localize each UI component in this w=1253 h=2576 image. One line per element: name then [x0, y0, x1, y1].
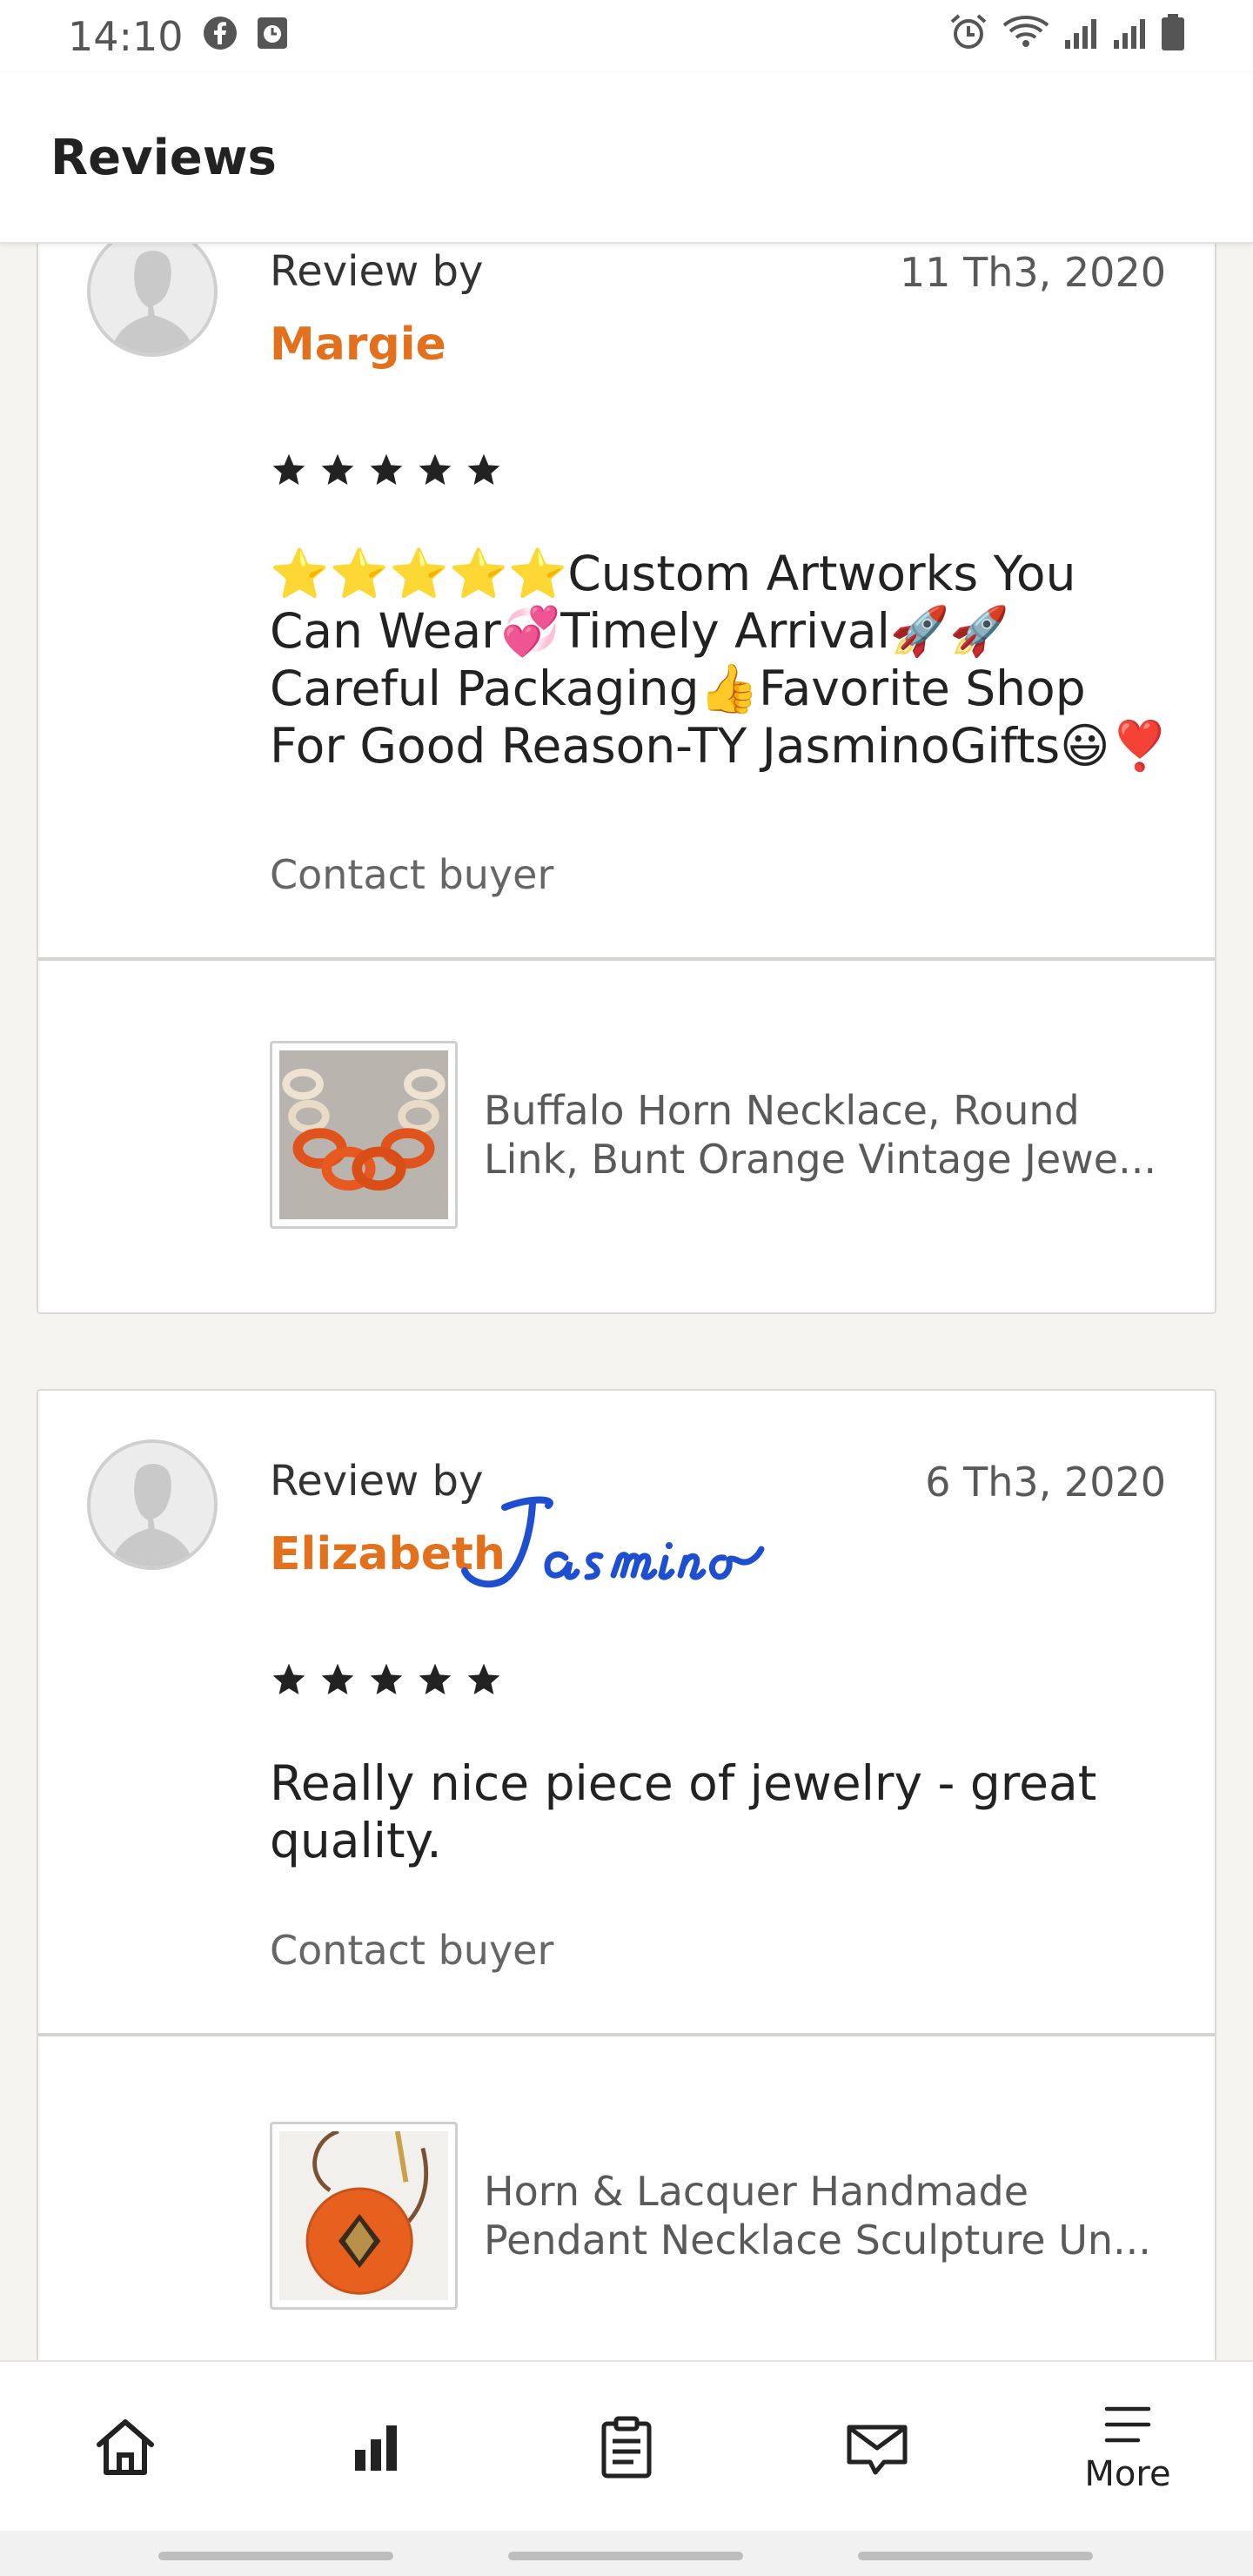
review-card: Review by 11 Th3, 2020 Margie ⭐⭐⭐⭐⭐Custo… — [37, 244, 1216, 1314]
review-text: Really nice piece of jewelry - great qua… — [270, 1755, 1097, 1868]
app-header: Reviews — [0, 73, 1253, 244]
star-icon — [272, 1663, 305, 1695]
facebook-icon — [203, 13, 238, 60]
star-icon — [370, 1663, 403, 1695]
nav-messages[interactable] — [752, 2362, 1002, 2531]
status-time: 14:10 — [68, 13, 184, 60]
review-text: ⭐⭐⭐⭐⭐Custom Artworks You Can Wear💞Timely… — [270, 546, 1169, 774]
review-by-label: Review by — [270, 1457, 484, 1506]
star-icon — [321, 1663, 354, 1695]
gesture-pill[interactable] — [508, 2552, 743, 2560]
default-user-icon — [90, 244, 214, 353]
signal-icon — [1063, 13, 1100, 60]
menu-icon — [1104, 2406, 1151, 2443]
messages-icon — [847, 2425, 908, 2475]
orders-icon — [601, 2416, 652, 2479]
signal-icon — [1112, 13, 1149, 60]
listing-thumbnail — [270, 1041, 458, 1229]
review-date: 11 Th3, 2020 — [900, 249, 1166, 296]
star-rating — [270, 1660, 503, 1699]
star-rating — [270, 451, 503, 489]
wifi-icon — [1001, 13, 1051, 61]
stats-icon — [355, 2425, 397, 2471]
review-date: 6 Th3, 2020 — [925, 1459, 1166, 1506]
divider — [38, 2033, 1215, 2036]
jasmino-watermark — [452, 1488, 801, 1601]
star-icon — [467, 1663, 500, 1695]
gesture-pill[interactable] — [858, 2552, 1093, 2560]
star-icon — [467, 453, 500, 486]
default-user-icon — [90, 1443, 214, 1566]
alarm-icon — [948, 13, 988, 61]
bottom-navigation: More — [0, 2360, 1253, 2531]
home-icon — [97, 2419, 154, 2475]
page-title: Reviews — [50, 129, 277, 186]
pendant-image — [279, 2131, 448, 2300]
listing-thumbnail — [270, 2122, 458, 2310]
star-icon — [419, 453, 452, 486]
star-icon — [321, 453, 354, 486]
nav-stats[interactable] — [251, 2362, 501, 2531]
nav-home[interactable] — [0, 2362, 251, 2531]
listing-link[interactable]: Buffalo Horn Necklace, Round Link, Bunt … — [270, 1041, 1180, 1229]
contact-buyer-link[interactable]: Contact buyer — [270, 851, 553, 898]
nav-more-label: More — [1084, 2454, 1171, 2494]
reviews-list[interactable]: Review by 11 Th3, 2020 Margie ⭐⭐⭐⭐⭐Custo… — [0, 244, 1253, 2360]
necklace-image — [279, 1050, 448, 1219]
listing-link[interactable]: Horn & Lacquer Handmade Pendant Necklace… — [270, 2122, 1180, 2310]
clock-app-icon — [257, 13, 288, 60]
system-gesture-bar — [0, 2531, 1253, 2576]
nav-more[interactable]: More — [1002, 2362, 1253, 2531]
star-icon — [370, 453, 403, 486]
avatar[interactable] — [87, 244, 218, 357]
contact-buyer-link[interactable]: Contact buyer — [270, 1927, 553, 1974]
nav-orders[interactable] — [501, 2362, 752, 2531]
review-by-label: Review by — [270, 247, 484, 296]
gesture-pill[interactable] — [158, 2552, 393, 2560]
avatar[interactable] — [87, 1439, 218, 1570]
reviewer-name[interactable]: Margie — [270, 319, 446, 371]
star-icon — [272, 453, 305, 486]
listing-title: Buffalo Horn Necklace, Round Link, Bunt … — [484, 1087, 1156, 1183]
listing-title: Horn & Lacquer Handmade Pendant Necklace… — [484, 2168, 1151, 2264]
status-bar: 14:10 — [0, 0, 1253, 73]
signature-logo — [461, 1496, 765, 1588]
divider — [38, 957, 1215, 961]
battery-icon — [1161, 13, 1185, 61]
star-icon — [419, 1663, 452, 1695]
